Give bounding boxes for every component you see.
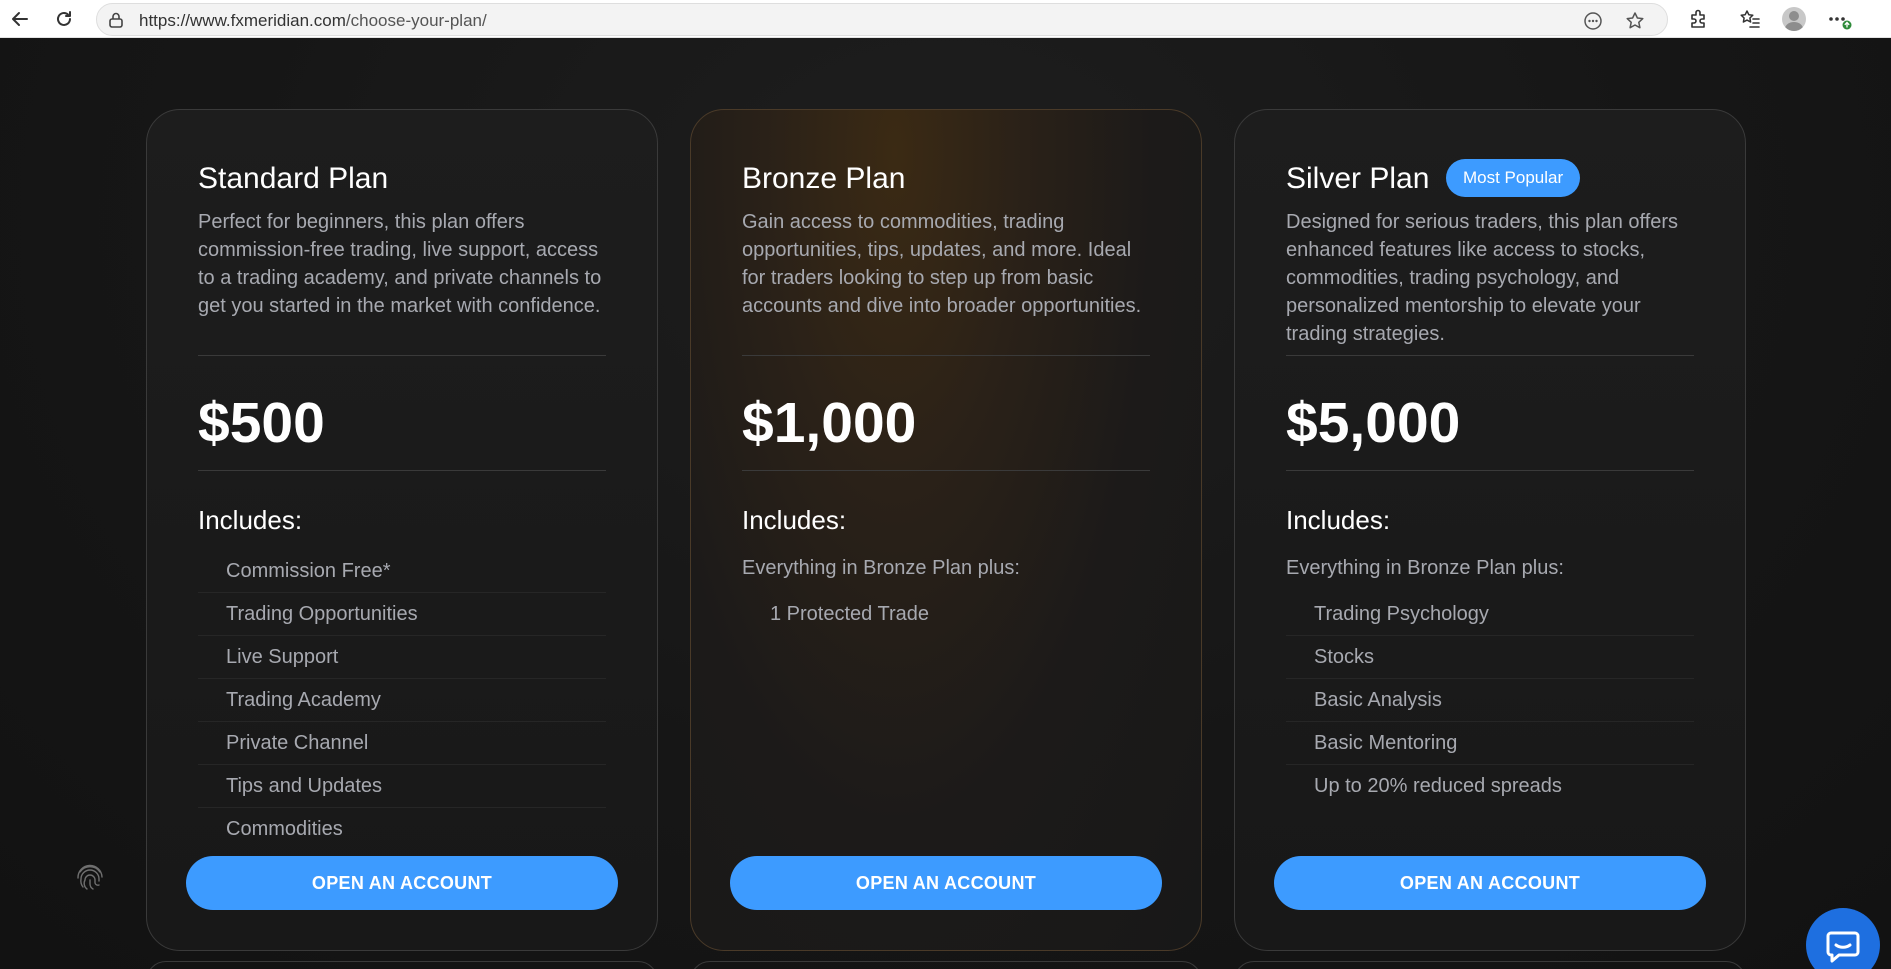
divider <box>198 355 606 356</box>
divider <box>742 470 1150 471</box>
includes-label: Includes: <box>198 505 303 535</box>
favorite-star-icon[interactable] <box>1625 11 1645 31</box>
plan-description: Designed for serious traders, this plan … <box>1286 211 1679 345</box>
fingerprint-icon[interactable] <box>73 860 107 894</box>
feature-item: Stocks <box>1286 636 1694 679</box>
divider <box>742 355 1150 356</box>
feature-list: 1 Protected Trade <box>742 593 1150 636</box>
plan-card-standard: Standard Plan Perfect for beginners, thi… <box>146 109 658 951</box>
feature-item: Live Support <box>198 636 606 679</box>
feature-item: Tips and Updates <box>198 765 606 808</box>
plan-card-bronze: Bronze Plan Gain access to commodities, … <box>690 109 1202 951</box>
browser-toolbar: https://www.fxmeridian.com/choose-your-p… <box>0 0 1891 38</box>
open-account-button[interactable]: OPEN AN ACCOUNT <box>730 856 1162 910</box>
site-info-icon[interactable] <box>107 11 125 29</box>
chat-bubble-icon <box>1826 931 1860 963</box>
plan-title: Silver Plan <box>1286 162 1430 195</box>
refresh-icon[interactable] <box>50 5 78 33</box>
plan-price: $5,000 <box>1286 391 1461 455</box>
divider <box>198 470 606 471</box>
feature-item: 1 Protected Trade <box>770 603 929 625</box>
address-bar[interactable]: https://www.fxmeridian.com/choose-your-p… <box>96 3 1668 36</box>
feature-list: Trading Psychology Stocks Basic Analysis… <box>1286 593 1694 808</box>
plan-price: $1,000 <box>742 391 917 455</box>
profile-avatar-icon[interactable] <box>1781 6 1807 32</box>
divider <box>1286 470 1694 471</box>
open-account-button[interactable]: OPEN AN ACCOUNT <box>1274 856 1706 910</box>
includes-label: Includes: <box>1286 505 1391 535</box>
url-domain: https://www.fxmeridian.com <box>139 11 346 30</box>
feature-item: Basic Analysis <box>1286 679 1694 722</box>
plan-description: Perfect for beginners, this plan offers … <box>198 211 602 317</box>
pricing-page: Standard Plan Perfect for beginners, thi… <box>0 38 1891 969</box>
more-menu-icon[interactable] <box>1826 6 1852 32</box>
feature-item: Trading Opportunities <box>198 593 606 636</box>
feature-list: Commission Free* Trading Opportunities L… <box>198 550 606 851</box>
next-card-top-edge <box>146 961 658 969</box>
extensions-icon[interactable] <box>1686 6 1712 32</box>
includes-intro: Everything in Bronze Plan plus: <box>1286 557 1564 579</box>
url-path: /choose-your-plan/ <box>345 11 487 30</box>
feature-item: Commission Free* <box>198 550 606 593</box>
open-account-button[interactable]: OPEN AN ACCOUNT <box>186 856 618 910</box>
feature-item: Trading Psychology <box>1286 593 1694 636</box>
favorites-list-icon[interactable] <box>1737 6 1763 32</box>
plan-price: $500 <box>198 391 325 455</box>
feature-item: Basic Mentoring <box>1286 722 1694 765</box>
next-card-top-edge <box>690 961 1202 969</box>
most-popular-badge: Most Popular <box>1446 159 1581 197</box>
divider <box>1286 355 1694 356</box>
plan-description: Gain access to commodities, trading oppo… <box>742 211 1142 317</box>
url-text[interactable]: https://www.fxmeridian.com/choose-your-p… <box>139 11 487 31</box>
feature-item: Commodities <box>226 818 343 840</box>
includes-label: Includes: <box>742 505 847 535</box>
feature-item: Trading Academy <box>198 679 606 722</box>
chat-button[interactable] <box>1806 908 1880 969</box>
back-arrow-icon[interactable] <box>6 5 34 33</box>
feature-item: Up to 20% reduced spreads <box>1314 775 1562 797</box>
next-card-top-edge <box>1234 961 1746 969</box>
reader-icon[interactable] <box>1583 11 1603 31</box>
plan-title: Standard Plan <box>198 162 389 195</box>
plan-card-silver: Silver Plan Most Popular Designed for se… <box>1234 109 1746 951</box>
includes-intro: Everything in Bronze Plan plus: <box>742 557 1020 579</box>
plan-title: Bronze Plan <box>742 162 906 195</box>
feature-item: Private Channel <box>198 722 606 765</box>
